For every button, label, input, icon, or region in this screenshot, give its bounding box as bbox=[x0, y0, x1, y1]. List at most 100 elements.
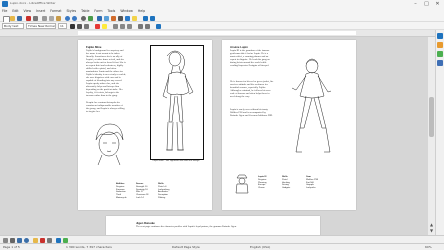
special-character-icon[interactable] bbox=[118, 15, 123, 21]
image-icon[interactable] bbox=[104, 15, 109, 21]
redo-icon[interactable] bbox=[72, 15, 77, 21]
menu-view[interactable]: View bbox=[24, 9, 32, 13]
bold-icon[interactable] bbox=[70, 23, 75, 29]
fujiko-stats-col-2: Scores Strength 10 Dexterity 16 Wits 17 … bbox=[136, 183, 154, 200]
open-icon[interactable] bbox=[10, 15, 15, 21]
fujiko-stats-col-1: Abilities Disguise Firearms Seduction Th… bbox=[116, 183, 132, 200]
fujiko-caption: Fujiko Mine - Her signature look from th… bbox=[152, 160, 200, 162]
page-right: Arsène Lupin Lupin III is the grandson o… bbox=[222, 40, 356, 210]
copy-icon[interactable] bbox=[49, 15, 54, 21]
stat-item: Luck 14 bbox=[136, 196, 144, 199]
find-icon[interactable] bbox=[81, 15, 86, 21]
page-count[interactable]: Page 1 of 5 bbox=[3, 244, 20, 250]
lupin-stats-col-1: Lupin III Disguise Planning Escape Charm bbox=[258, 176, 276, 190]
page-next-body: The next page continues the character pr… bbox=[136, 225, 237, 228]
menu-edit[interactable]: Edit bbox=[12, 9, 18, 13]
formatting-toolbar: Body text Times New Roman 11 bbox=[0, 22, 444, 30]
writer-app-icon bbox=[2, 1, 8, 7]
zoom-level[interactable]: 60% bbox=[425, 244, 432, 250]
save-icon[interactable] bbox=[17, 15, 22, 21]
gallery-deck-icon[interactable] bbox=[437, 51, 443, 57]
font-color-icon[interactable] bbox=[95, 23, 100, 29]
comment-icon[interactable] bbox=[132, 15, 137, 21]
stat-item: Piloting bbox=[158, 196, 166, 199]
fujiko-portrait bbox=[90, 122, 128, 166]
stat-item: Charm bbox=[258, 187, 265, 190]
menu-styles[interactable]: Styles bbox=[67, 9, 77, 13]
numbering-icon[interactable] bbox=[145, 23, 150, 29]
page-left: Fujiko Mine Fujiko's background is a mys… bbox=[78, 40, 212, 210]
menu-format[interactable]: Format bbox=[50, 9, 61, 13]
fujiko-stats-col-3: Skills Pistol +6 Lockpicking Acrobatics … bbox=[158, 183, 176, 200]
styles-deck-icon[interactable] bbox=[437, 42, 443, 48]
menu-form[interactable]: Form bbox=[94, 9, 102, 13]
menu-table[interactable]: Table bbox=[81, 9, 89, 13]
callout-icon[interactable] bbox=[47, 237, 52, 243]
pdf-icon[interactable] bbox=[26, 15, 31, 21]
bullets-icon[interactable] bbox=[138, 23, 143, 29]
highlight-icon[interactable] bbox=[102, 23, 107, 29]
page-left-body-1: Fujiko's background is a mystery and her… bbox=[86, 49, 126, 72]
properties-deck-icon[interactable] bbox=[437, 33, 443, 39]
points-icon[interactable] bbox=[63, 237, 68, 243]
rectangle-icon[interactable] bbox=[17, 237, 22, 243]
line-icon[interactable] bbox=[10, 237, 15, 243]
next-page-icon[interactable]: ▼ bbox=[429, 228, 434, 233]
gallery-icon[interactable] bbox=[150, 15, 155, 21]
stat-item: Lockpicks bbox=[306, 187, 316, 190]
window-title: Lupin.docx - LibreOffice Writer bbox=[10, 1, 56, 5]
page-right-body-3: Lupin is rarely seen without his trusty … bbox=[230, 108, 273, 117]
paste-icon[interactable] bbox=[56, 15, 61, 21]
chart-icon[interactable] bbox=[111, 15, 116, 21]
document-workspace: Fujiko Mine Fujiko's background is a mys… bbox=[0, 37, 436, 246]
sidebar-deck bbox=[435, 30, 444, 235]
scrollbar-thumb[interactable] bbox=[429, 97, 434, 137]
page-style[interactable]: Default Page Style bbox=[172, 244, 200, 250]
navigator-deck-icon[interactable] bbox=[437, 60, 443, 66]
window-controls: – □ ✕ bbox=[410, 0, 443, 8]
page-left-body-3: Despite her constant betrayals she remai… bbox=[86, 101, 125, 113]
hyperlink-icon[interactable] bbox=[125, 15, 130, 21]
select-icon[interactable] bbox=[3, 237, 8, 243]
menu-tools[interactable]: Tools bbox=[107, 9, 115, 13]
page-right-body-1: Lupin III is the grandson of the famous … bbox=[230, 49, 270, 67]
font-size-select[interactable]: 11 bbox=[58, 23, 67, 29]
previous-page-icon[interactable]: ▲ bbox=[429, 222, 434, 227]
font-name-select[interactable]: Times New Roman bbox=[26, 23, 56, 29]
zenigata-sketch bbox=[234, 173, 250, 195]
print-icon[interactable] bbox=[33, 15, 38, 21]
undo-icon[interactable] bbox=[65, 15, 70, 21]
lupin-illustration bbox=[282, 56, 340, 158]
paragraph-style-select[interactable]: Body text bbox=[2, 23, 24, 29]
close-button[interactable]: ✕ bbox=[432, 0, 443, 8]
lupin-stats-col-3: Gear Walther P38 Fiat 500 Grapple Lockpi… bbox=[306, 176, 326, 190]
minimize-button[interactable]: – bbox=[410, 0, 421, 8]
language[interactable]: English (USA) bbox=[250, 244, 270, 250]
underline-icon[interactable] bbox=[84, 23, 89, 29]
spelling-icon[interactable] bbox=[88, 15, 93, 21]
table-icon[interactable] bbox=[97, 15, 102, 21]
page-right-body-2: He is known for his red or green jacket,… bbox=[230, 80, 274, 98]
shapes-icon[interactable] bbox=[33, 237, 38, 243]
page-left-body-2: Fujiko's identity is never truly reveale… bbox=[86, 73, 126, 97]
arrow-icon[interactable] bbox=[40, 237, 45, 243]
italic-icon[interactable] bbox=[77, 23, 82, 29]
menu-help[interactable]: Help bbox=[138, 9, 145, 13]
navigator-icon[interactable] bbox=[143, 15, 148, 21]
ellipse-icon[interactable] bbox=[24, 237, 29, 243]
align-left-icon[interactable] bbox=[113, 23, 118, 29]
menu-insert[interactable]: Insert bbox=[36, 9, 45, 13]
menu-file[interactable]: File bbox=[2, 9, 7, 13]
stat-item: Motorcycle bbox=[116, 196, 127, 199]
horizontal-ruler[interactable] bbox=[0, 30, 444, 37]
maximize-button[interactable]: □ bbox=[421, 0, 432, 8]
standard-toolbar bbox=[0, 14, 444, 23]
stat-item: Gadgets bbox=[282, 187, 291, 190]
properties-icon[interactable] bbox=[156, 23, 161, 29]
fontwork-icon[interactable] bbox=[56, 237, 61, 243]
cut-icon[interactable] bbox=[42, 15, 47, 21]
menu-window[interactable]: Window bbox=[120, 9, 133, 13]
align-center-icon[interactable] bbox=[120, 23, 125, 29]
align-right-icon[interactable] bbox=[127, 23, 132, 29]
vertical-scrollbar[interactable] bbox=[428, 37, 435, 235]
